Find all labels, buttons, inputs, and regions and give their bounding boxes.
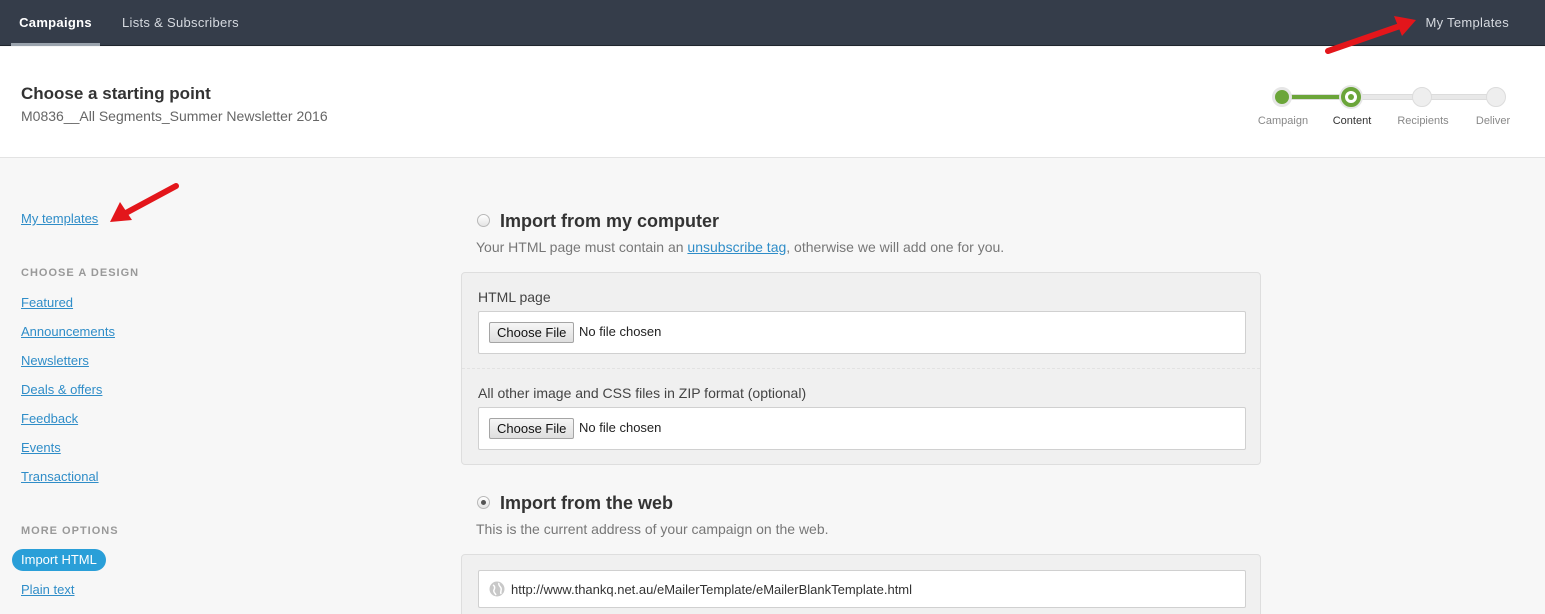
step-label-deliver[interactable]: Deliver xyxy=(1453,115,1533,127)
html-file-input: Choose File No file chosen xyxy=(478,311,1246,354)
more-options-heading: MORE OPTIONS xyxy=(21,525,119,537)
zip-files-label: All other image and CSS files in ZIP for… xyxy=(478,385,807,401)
html-page-label: HTML page xyxy=(478,289,551,305)
import-computer-panel: HTML page Choose File No file chosen All… xyxy=(461,272,1261,465)
step-dot-campaign xyxy=(1272,87,1292,107)
file-status: No file chosen xyxy=(579,420,662,435)
import-html-option[interactable]: Import HTML xyxy=(12,549,106,571)
import-web-title: Import from the web xyxy=(500,493,674,513)
unsubscribe-tag-link[interactable]: unsubscribe tag xyxy=(687,239,786,255)
campaign-url-input[interactable] xyxy=(511,571,1231,607)
import-web-desc: This is the current address of your camp… xyxy=(476,521,829,537)
step-label-content[interactable]: Content xyxy=(1312,115,1392,127)
choose-design-heading: CHOOSE A DESIGN xyxy=(21,267,140,279)
page-title: Choose a starting point xyxy=(21,84,211,103)
campaign-name: M0836__All Segments_Summer Newsletter 20… xyxy=(21,108,328,124)
step-label-campaign[interactable]: Campaign xyxy=(1243,115,1323,127)
progress-track xyxy=(1272,94,1498,100)
choose-file-button[interactable]: Choose File xyxy=(489,418,575,439)
desc-text: , otherwise we will add one for you. xyxy=(786,239,1005,255)
design-link-transactional[interactable]: Transactional xyxy=(21,469,99,484)
design-link-newsletters[interactable]: Newsletters xyxy=(21,353,89,368)
step-label-recipients[interactable]: Recipients xyxy=(1383,115,1463,127)
zip-file-input: Choose File No file chosen xyxy=(478,407,1246,450)
import-computer-title: Import from my computer xyxy=(500,211,720,231)
step-dot-recipients xyxy=(1412,87,1432,107)
nav-my-templates-link[interactable]: My Templates xyxy=(1425,0,1509,46)
page-header: Choose a starting point M0836__All Segme… xyxy=(0,47,1545,158)
design-link-events[interactable]: Events xyxy=(21,440,61,455)
sidebar-my-templates-link[interactable]: My templates xyxy=(21,211,98,226)
import-computer-desc: Your HTML page must contain an unsubscri… xyxy=(476,239,1004,255)
step-dot-deliver xyxy=(1486,87,1506,107)
import-web-panel xyxy=(461,554,1261,614)
divider xyxy=(462,368,1260,369)
choose-file-button[interactable]: Choose File xyxy=(489,322,575,343)
design-link-featured[interactable]: Featured xyxy=(21,295,73,310)
red-arrow-icon xyxy=(110,183,179,222)
globe-icon xyxy=(489,581,505,597)
design-link-announcements[interactable]: Announcements xyxy=(21,324,115,339)
tab-lists-subscribers[interactable]: Lists & Subscribers xyxy=(122,0,239,46)
file-status: No file chosen xyxy=(579,324,662,339)
design-link-feedback[interactable]: Feedback xyxy=(21,411,78,426)
desc-text: Your HTML page must contain an xyxy=(476,239,688,255)
red-arrow-icon xyxy=(1325,16,1416,54)
design-link-deals-offers[interactable]: Deals & offers xyxy=(21,382,102,397)
import-web-radio[interactable] xyxy=(477,496,490,509)
plain-text-option[interactable]: Plain text xyxy=(21,582,74,597)
tab-campaigns[interactable]: Campaigns xyxy=(11,0,100,46)
progress-stepper: Campaign Content Recipients Deliver xyxy=(1250,85,1530,135)
import-computer-radio[interactable] xyxy=(477,214,490,227)
step-dot-content xyxy=(1341,87,1361,107)
top-nav: Campaigns Lists & Subscribers My Templat… xyxy=(0,0,1545,46)
url-field xyxy=(478,570,1246,608)
